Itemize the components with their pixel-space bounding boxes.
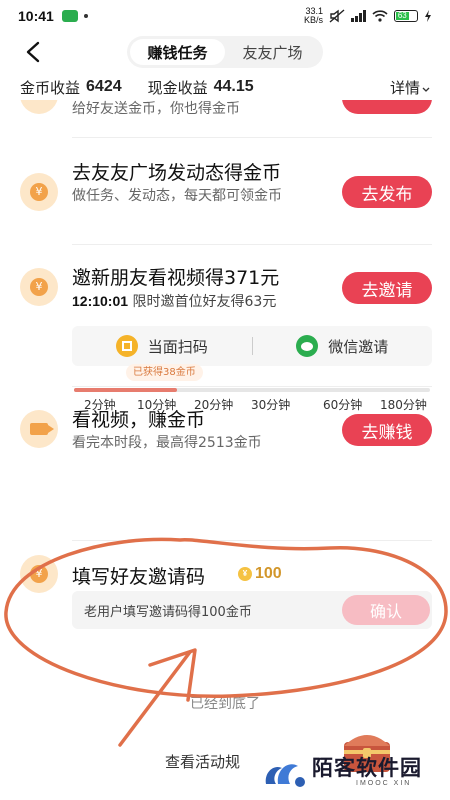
progress-tick: 60分钟 [323,398,363,412]
end-of-list-note: 已经到底了 [190,696,260,712]
coin-icon [20,100,58,114]
coin-earnings-label: 金币收益 [20,78,81,97]
coin-icon: ¥ [238,567,252,581]
scan-qr-label: 当面扫码 [147,337,208,356]
details-label: 详情 [389,78,420,97]
details-link[interactable]: 详情 [390,77,430,98]
go-invite-button[interactable]: 去邀请 [342,272,432,304]
divider [72,244,432,245]
mute-icon [329,9,345,23]
progress-tick: 10分钟 [137,398,177,412]
cash-earnings-value: 44.15 [213,78,254,95]
invite-code-placeholder: 老用户填写邀请码得100金币 [84,605,252,620]
scan-qr-option[interactable]: 当面扫码 [72,335,252,357]
tab-earn-tasks[interactable]: 赚钱任务 [130,39,225,65]
tab-switcher: 赚钱任务 友友广场 [127,36,323,68]
reward-badge: ¥100 [238,565,282,583]
cash-earnings-label: 现金收益 [147,78,208,97]
net-speed: 33.1 KB/s [304,7,323,25]
coin-icon: ¥ [20,173,58,211]
wechat-invite-label: 微信邀请 [328,337,389,356]
wechat-notification-icon [61,10,78,22]
earned-coins-tag: 已获得38金币 [126,364,203,381]
watermark-text: 陌客软件园 [312,756,422,780]
task-title-post: 去友友广场发动态得金币 [72,162,282,184]
status-indicators: 33.1 KB/s 63 [304,7,432,25]
camera-icon [30,423,54,435]
watermark-subtext: IMOOC XIN [356,780,412,787]
confirm-button[interactable]: 确认 [342,595,430,625]
task-title-invite-code: 填写好友邀请码 [72,566,206,588]
send-coins-button[interactable] [342,100,432,114]
progress-tick: 30分钟 [251,398,291,412]
coin-icon: ¥ [20,268,58,306]
divider [72,386,432,387]
go-earn-button[interactable]: 去赚钱 [342,414,432,446]
coin-icon: ¥ [20,555,58,593]
watch-progress-fill [74,388,178,392]
battery-level: 63 [396,11,409,20]
progress-tick: 2分钟 [84,398,116,412]
go-post-button[interactable]: 去发布 [342,176,432,208]
reward-amount: 100 [255,565,282,582]
site-watermark: 陌客软件园 IMOOC XIN [0,748,450,800]
video-coin-icon [20,410,58,448]
task-subtitle-invite: 12:10:01 限时邀首位好友得63元 [72,291,342,312]
invite-methods: 当面扫码 微信邀请 [72,326,432,366]
tab-friend-square[interactable]: 友友广场 [225,39,320,65]
qr-code-icon [115,335,138,357]
watch-progress-bar [74,388,430,392]
status-bar: 10:41 33.1 KB/s 63 [0,0,450,32]
task-subtitle-watch: 看完本时段，最高得2513金币 [72,435,262,451]
back-arrow-icon[interactable] [20,38,48,66]
notification-dot-icon [83,14,88,18]
divider [72,137,432,138]
signal-icon [351,10,366,22]
coin-earnings-value: 6424 [86,78,122,95]
wifi-icon [372,10,388,22]
wechat-icon [296,335,319,357]
progress-tick: 180分钟 [380,398,427,412]
task-subtitle-post: 做任务、发动态，每天都可领金币 [72,188,282,204]
invite-code-row[interactable]: 老用户填写邀请码得100金币 确认 [72,591,432,629]
invite-limited-offer: 限时邀首位好友得63元 [132,294,277,310]
battery-icon: 63 [394,10,418,22]
progress-tick: 20分钟 [194,398,234,412]
status-time: 10:41 [18,8,54,24]
wechat-invite-option[interactable]: 微信邀请 [253,335,433,357]
task-title-invite: 邀新朋友看视频得371元 [72,267,280,289]
earnings-summary: 金币收益 6424 现金收益 44.15 详情 [0,74,450,100]
invite-countdown: 12:10:01 [72,293,129,309]
net-speed-unit: KB/s [303,15,323,25]
top-nav: 赚钱任务 友友广场 [0,32,450,72]
chevron-down-icon [422,87,430,92]
watermark-logo-icon [265,764,305,787]
task-subtitle: 给好友送金币，你也得金币 [72,101,240,117]
charging-icon [425,10,431,22]
divider [72,540,432,541]
